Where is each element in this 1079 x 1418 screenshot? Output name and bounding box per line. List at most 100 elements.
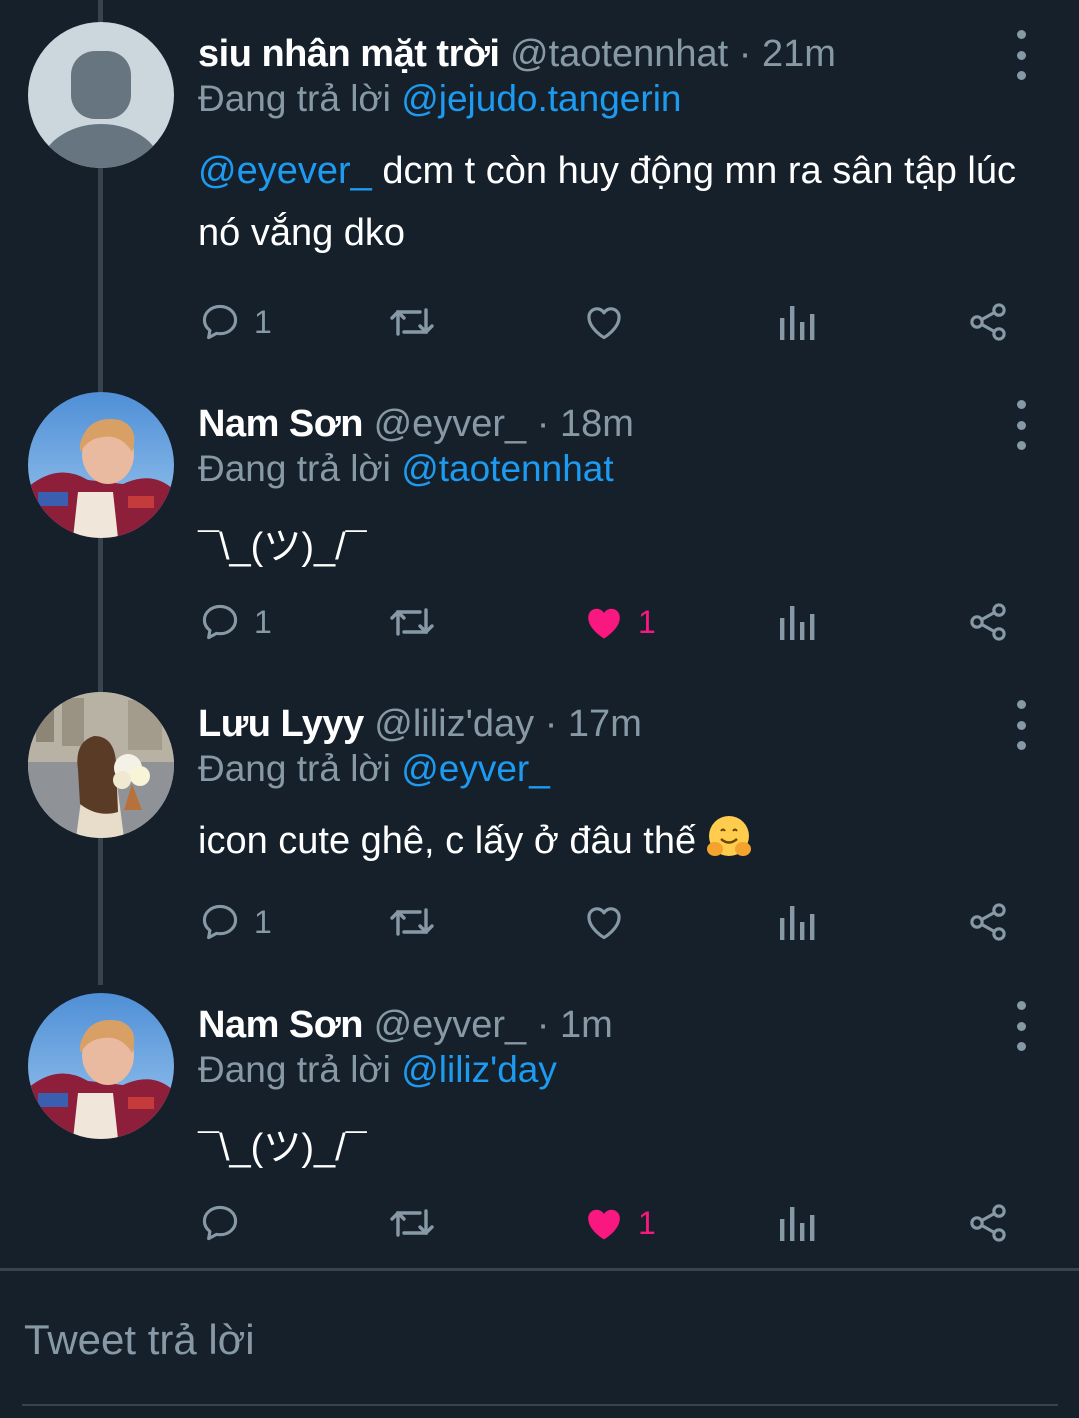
tweet-text: @eyever_ dcm t còn huy động mn ra sân tậ… — [198, 140, 1038, 264]
like-icon — [582, 600, 626, 644]
views-stats-icon — [776, 300, 816, 344]
replying-to-handle[interactable]: @taotennhat — [401, 448, 613, 489]
replying-to-label: Đang trả lời — [198, 748, 391, 789]
tweet-text-content: ¯\_(ツ)_/¯ — [198, 526, 367, 568]
reply-icon — [198, 600, 242, 644]
hugging-face-emoji-icon — [706, 813, 752, 878]
timestamp[interactable]: 21m — [762, 33, 836, 75]
like-icon — [582, 1201, 626, 1245]
replying-to-label: Đang trả lời — [198, 1049, 391, 1090]
tweet-actions: 1 — [198, 292, 1028, 352]
compose-underline — [22, 1404, 1058, 1406]
more-options-icon[interactable] — [1008, 1001, 1034, 1051]
views-stats-icon — [776, 1201, 816, 1245]
reply-compose-input[interactable]: Tweet trả lời — [24, 1308, 255, 1372]
share-button[interactable] — [966, 292, 1010, 352]
retweet-icon — [388, 300, 436, 344]
display-name[interactable]: Lưu Lyyy — [198, 703, 364, 745]
display-name[interactable]: Nam Sơn — [198, 1004, 364, 1046]
timestamp[interactable]: 1m — [560, 1004, 613, 1046]
replying-to-handle[interactable]: @liliz'day — [401, 1049, 557, 1090]
retweet-button[interactable] — [388, 592, 436, 652]
share-icon — [966, 900, 1010, 944]
more-options-icon[interactable] — [1008, 400, 1034, 450]
compose-divider — [0, 1268, 1079, 1271]
girl-street-avatar-icon — [28, 692, 174, 838]
views-stats-button[interactable] — [776, 292, 816, 352]
default-avatar-icon — [28, 22, 174, 168]
replying-to-handle[interactable]: @jejudo.tangerin — [401, 78, 681, 119]
like-button[interactable]: 1 — [582, 592, 656, 652]
tweet-actions: 1 — [198, 892, 1028, 952]
reply-icon — [198, 900, 242, 944]
reply-count: 1 — [254, 603, 272, 640]
like-icon — [582, 900, 626, 944]
retweet-icon — [388, 900, 436, 944]
reply-button[interactable] — [198, 1193, 254, 1253]
like-button[interactable] — [582, 892, 638, 952]
user-handle[interactable]: @eyver_ — [374, 1004, 527, 1046]
replying-to: Đang trả lời @liliz'day — [198, 1045, 557, 1095]
reply-icon — [198, 1201, 242, 1245]
separator-dot: · — [738, 33, 752, 75]
views-stats-button[interactable] — [776, 592, 816, 652]
retweet-icon — [388, 1201, 436, 1245]
share-icon — [966, 600, 1010, 644]
tweet-item[interactable]: Nam Sơn @eyver_ · 1m Đang trả lời @liliz… — [0, 993, 1079, 1293]
reply-count: 1 — [254, 903, 272, 940]
tweet-text: icon cute ghê, c lấy ở đâu thế — [198, 810, 1038, 878]
like-button[interactable]: 1 — [582, 1193, 656, 1253]
avatar[interactable] — [28, 392, 174, 538]
replying-to-label: Đang trả lời — [198, 448, 391, 489]
retweet-icon — [388, 600, 436, 644]
reply-button[interactable]: 1 — [198, 592, 272, 652]
reply-button[interactable]: 1 — [198, 892, 272, 952]
separator-dot: · — [544, 703, 558, 745]
views-stats-icon — [776, 900, 816, 944]
avatar[interactable] — [28, 692, 174, 838]
tweet-text-content: ¯\_(ツ)_/¯ — [198, 1127, 367, 1169]
retweet-button[interactable] — [388, 892, 436, 952]
reply-button[interactable]: 1 — [198, 292, 272, 352]
more-options-icon[interactable] — [1008, 700, 1034, 750]
views-stats-button[interactable] — [776, 1193, 816, 1253]
timestamp[interactable]: 17m — [568, 703, 642, 745]
tweet-item[interactable]: siu nhân mặt trời @taotennhat · 21m Đang… — [0, 22, 1079, 341]
share-button[interactable] — [966, 592, 1010, 652]
replying-to-handle[interactable]: @eyver_ — [401, 748, 550, 789]
separator-dot: · — [536, 1004, 550, 1046]
retweet-button[interactable] — [388, 292, 436, 352]
tweet-item[interactable]: Nam Sơn @eyver_ · 18m Đang trả lời @taot… — [0, 392, 1079, 692]
views-stats-button[interactable] — [776, 892, 816, 952]
boy-photo-avatar-icon — [28, 392, 174, 538]
tweet-text: ¯\_(ツ)_/¯ — [198, 1117, 1038, 1179]
replying-to: Đang trả lời @taotennhat — [198, 444, 614, 494]
views-stats-icon — [776, 600, 816, 644]
share-icon — [966, 1201, 1010, 1245]
timestamp[interactable]: 18m — [560, 403, 634, 445]
like-count: 1 — [638, 603, 656, 640]
user-handle[interactable]: @eyver_ — [374, 403, 527, 445]
tweet-item[interactable]: Lưu Lyyy @liliz'day · 17m Đang trả lời @… — [0, 692, 1079, 992]
share-button[interactable] — [966, 892, 1010, 952]
share-icon — [966, 300, 1010, 344]
user-handle[interactable]: @liliz'day — [374, 703, 534, 745]
display-name[interactable]: Nam Sơn — [198, 403, 364, 445]
like-count: 1 — [638, 1204, 656, 1241]
avatar[interactable] — [28, 22, 174, 168]
user-handle[interactable]: @taotennhat — [510, 33, 728, 75]
replying-to: Đang trả lời @jejudo.tangerin — [198, 74, 682, 124]
more-options-icon[interactable] — [1008, 30, 1034, 80]
tweet-text: ¯\_(ツ)_/¯ — [198, 516, 1038, 578]
tweet-actions: 11 — [198, 592, 1028, 652]
display-name[interactable]: siu nhân mặt trời — [198, 33, 500, 75]
retweet-button[interactable] — [388, 1193, 436, 1253]
avatar[interactable] — [28, 993, 174, 1139]
replying-to: Đang trả lời @eyver_ — [198, 744, 550, 794]
like-icon — [582, 300, 626, 344]
share-button[interactable] — [966, 1193, 1010, 1253]
tweet-text-content: icon cute ghê, c lấy ở đâu thế — [198, 820, 697, 862]
mention-link[interactable]: @eyever_ — [198, 150, 372, 192]
like-button[interactable] — [582, 292, 638, 352]
tweet-actions: 1 — [198, 1193, 1028, 1253]
